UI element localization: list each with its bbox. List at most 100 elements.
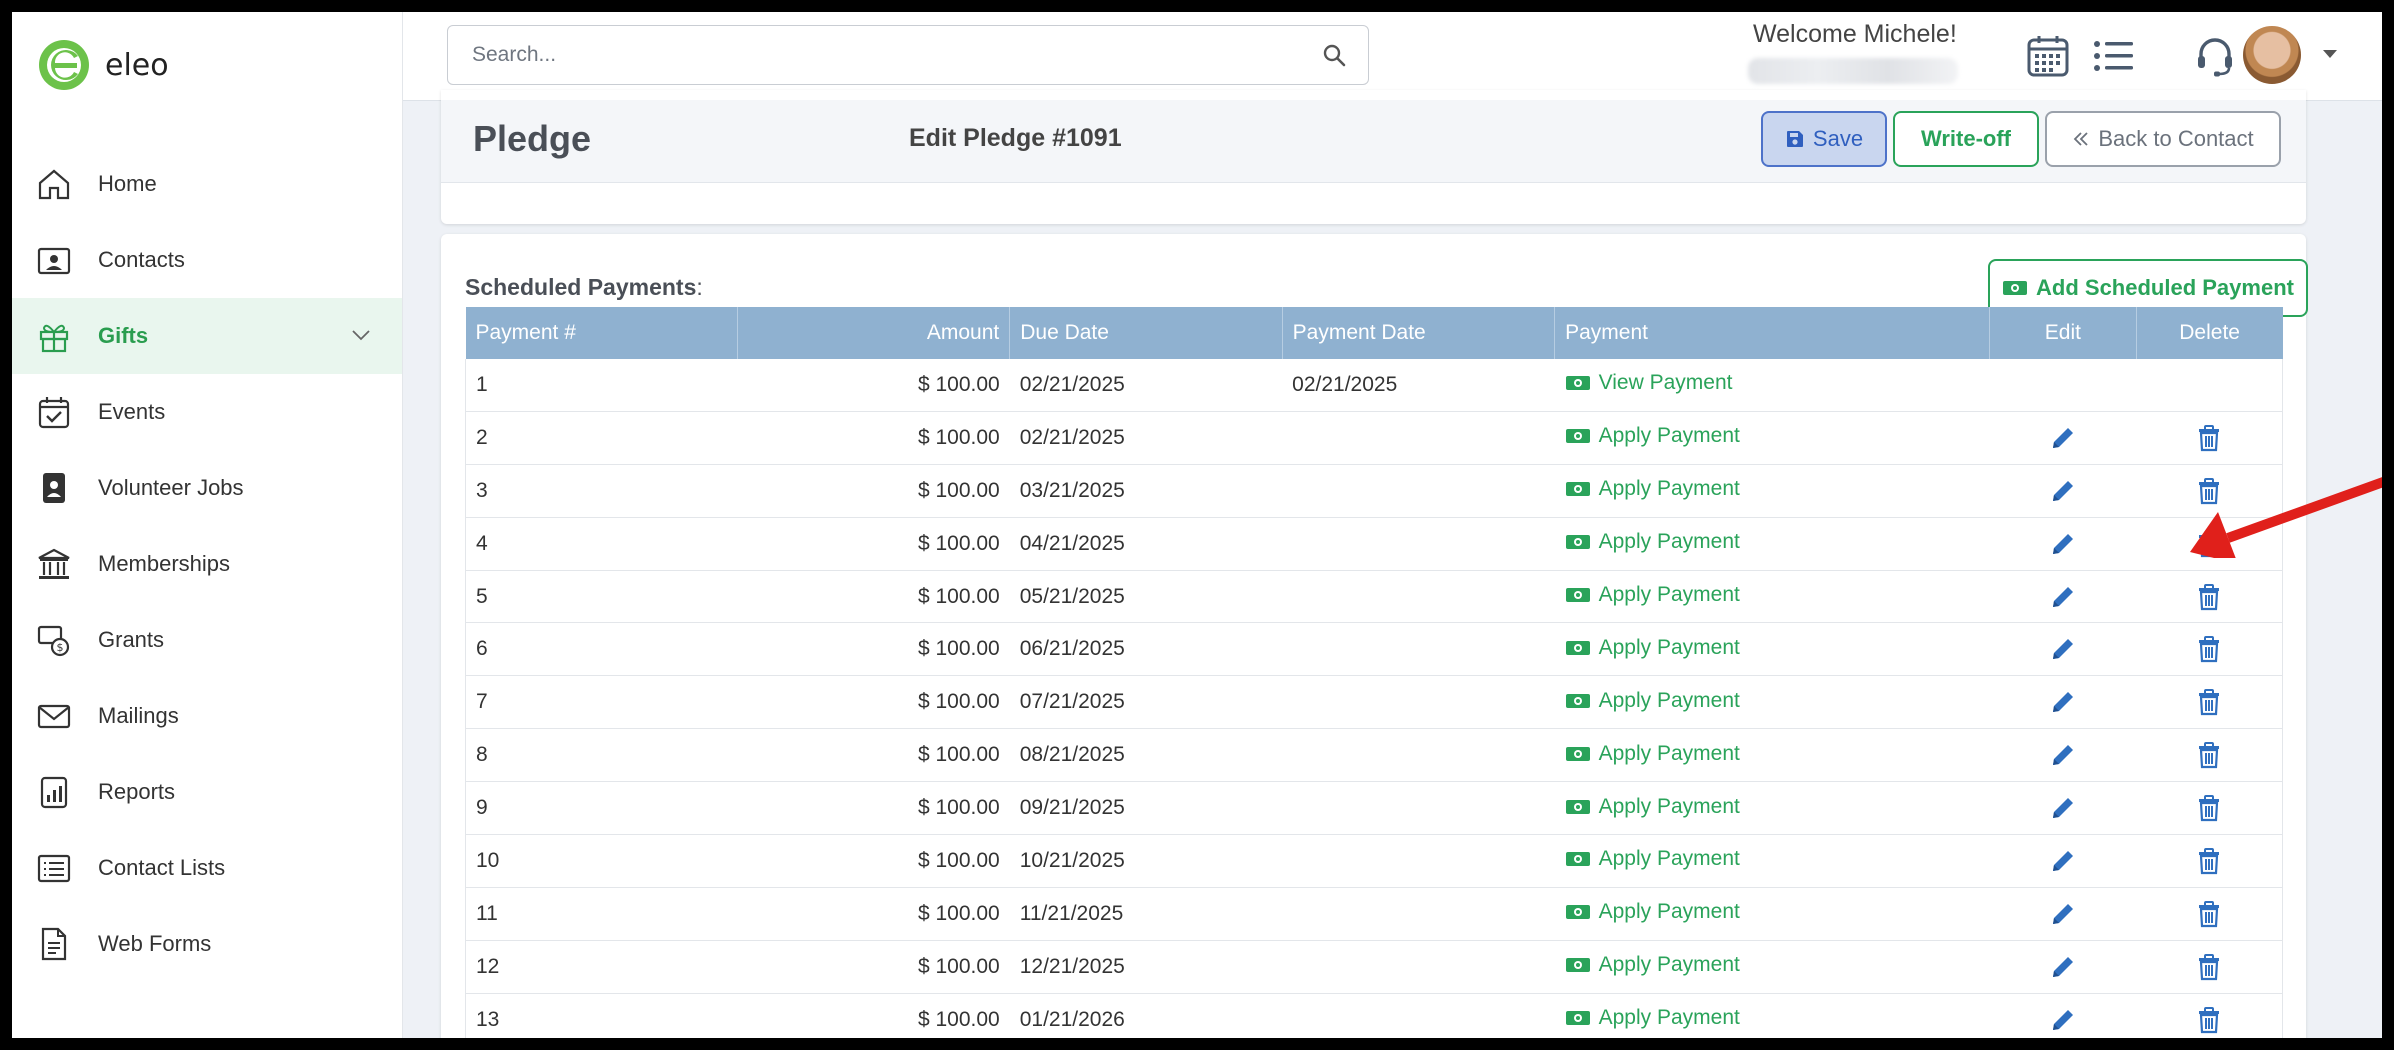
amount-cell: $ 100.00 <box>737 781 1010 836</box>
write-off-button[interactable]: Write-off <box>1893 111 2039 167</box>
sidebar-item-mailings[interactable]: Mailings <box>12 678 402 754</box>
amount-cell: $ 100.00 <box>737 464 1010 518</box>
payment-action-label: Apply Payment <box>1598 1006 1740 1030</box>
search-icon[interactable] <box>1322 43 1346 67</box>
sidebar-item-label: Volunteer Jobs <box>98 475 244 500</box>
pencil-edit-icon[interactable] <box>2049 583 2077 611</box>
list-icon <box>37 854 71 883</box>
col-payment-date: Payment Date <box>1282 307 1556 359</box>
headset-support-icon[interactable] <box>2193 34 2237 78</box>
apply-payment-link[interactable]: Apply Payment <box>1565 424 1740 448</box>
payment-action-label: Apply Payment <box>1598 688 1740 712</box>
delete-cell <box>2136 940 2284 994</box>
table-body: 1 $ 100.00 02/21/2025 02/21/2025 View Paymen… <box>465 359 2284 1038</box>
sidebar-item-home[interactable]: Home <box>12 146 402 222</box>
trash-icon[interactable] <box>2196 1006 2222 1034</box>
search-box <box>447 25 1369 85</box>
payment-number-cell: 9 <box>465 781 738 836</box>
calendar-icon[interactable] <box>2026 34 2070 78</box>
apply-payment-link[interactable]: Apply Payment <box>1565 689 1740 713</box>
table-row: 5 $ 100.00 05/21/2025 Apply Payment <box>465 570 2284 624</box>
trash-icon[interactable] <box>2196 847 2222 875</box>
trash-icon[interactable] <box>2196 477 2222 505</box>
edit-cell <box>1989 728 2137 783</box>
delete-cell <box>2136 622 2284 677</box>
trash-icon[interactable] <box>2196 953 2222 981</box>
delete-cell <box>2136 411 2284 465</box>
pencil-edit-icon[interactable] <box>2049 688 2077 716</box>
money-bill-icon <box>1565 1011 1590 1026</box>
sidebar-item-events[interactable]: Events <box>12 374 402 450</box>
pencil-edit-icon[interactable] <box>2049 1006 2077 1034</box>
back-to-contact-button[interactable]: Back to Contact <box>2045 111 2281 167</box>
trash-icon[interactable] <box>2196 424 2222 452</box>
pencil-edit-icon[interactable] <box>2049 741 2077 769</box>
home-icon <box>38 169 70 200</box>
apply-payment-link[interactable]: Apply Payment <box>1565 636 1740 660</box>
sidebar-item-reports[interactable]: Reports <box>12 754 402 830</box>
table-row: 4 $ 100.00 04/21/2025 Apply Payment <box>465 517 2284 571</box>
col-edit: Edit <box>1989 307 2137 359</box>
pledge-header: Pledge Edit Pledge #1091 Save Write-off <box>441 100 2306 183</box>
payment-date-cell <box>1282 464 1555 518</box>
apply-payment-link[interactable]: Apply Payment <box>1565 900 1740 924</box>
payment-date-cell: 02/21/2025 <box>1282 359 1555 412</box>
sidebar-item-memberships[interactable]: Memberships <box>12 526 402 602</box>
payment-date-cell <box>1282 622 1555 677</box>
view-payment-link[interactable]: View Payment <box>1565 371 1732 395</box>
sidebar-item-web-forms[interactable]: Web Forms <box>12 906 402 982</box>
sidebar-item-label: Events <box>98 399 166 424</box>
trash-icon[interactable] <box>2196 794 2222 822</box>
trash-icon[interactable] <box>2196 741 2222 769</box>
apply-payment-link[interactable]: Apply Payment <box>1565 477 1740 501</box>
payment-number-cell: 3 <box>465 464 738 518</box>
pencil-edit-icon[interactable] <box>2049 530 2077 558</box>
amount-cell: $ 100.00 <box>737 517 1010 571</box>
user-avatar[interactable] <box>2243 26 2301 84</box>
task-list-icon[interactable] <box>2091 34 2135 78</box>
sidebar-item-contacts[interactable]: Contacts <box>12 222 402 298</box>
trash-icon[interactable] <box>2196 530 2222 558</box>
sidebar-item-label: Reports <box>98 779 176 804</box>
sidebar-item-gifts[interactable]: Gifts <box>12 298 402 374</box>
apply-payment-link[interactable]: Apply Payment <box>1565 530 1740 554</box>
pencil-edit-icon[interactable] <box>2049 900 2077 928</box>
search-input[interactable] <box>448 26 1288 84</box>
chevron-down-icon[interactable] <box>350 324 372 346</box>
due-date-cell: 04/21/2025 <box>1009 517 1283 571</box>
payment-action-cell: Apply Payment <box>1554 887 1990 941</box>
logo[interactable]: eleo <box>37 38 169 92</box>
pencil-edit-icon[interactable] <box>2049 635 2077 663</box>
pencil-edit-icon[interactable] <box>2049 953 2077 981</box>
sidebar-item-grants[interactable]: $ Grants <box>12 602 402 678</box>
pencil-edit-icon[interactable] <box>2049 847 2077 875</box>
apply-payment-link[interactable]: Apply Payment <box>1565 953 1740 977</box>
user-menu-caret-icon[interactable] <box>2323 50 2337 58</box>
table-row: 3 $ 100.00 03/21/2025 Apply Payment <box>465 464 2284 518</box>
apply-payment-link[interactable]: Apply Payment <box>1565 742 1740 766</box>
delete-cell <box>2136 464 2284 518</box>
trash-icon[interactable] <box>2196 635 2222 663</box>
table-row: 9 $ 100.00 09/21/2025 Apply Payment <box>465 781 2284 836</box>
payment-action-label: Apply Payment <box>1598 530 1740 554</box>
apply-payment-link[interactable]: Apply Payment <box>1565 795 1740 819</box>
pencil-edit-icon[interactable] <box>2049 794 2077 822</box>
sidebar-item-volunteer-jobs[interactable]: Volunteer Jobs <box>12 450 402 526</box>
pencil-edit-icon[interactable] <box>2049 424 2077 452</box>
apply-payment-link[interactable]: Apply Payment <box>1565 1006 1740 1030</box>
money-bill-icon <box>1565 958 1590 973</box>
edit-cell <box>1989 940 2137 994</box>
payment-number-cell: 4 <box>465 517 738 571</box>
pencil-edit-icon[interactable] <box>2049 477 2077 505</box>
trash-icon[interactable] <box>2196 583 2222 611</box>
trash-icon[interactable] <box>2196 900 2222 928</box>
trash-icon[interactable] <box>2196 688 2222 716</box>
payment-number-cell: 12 <box>465 940 738 994</box>
due-date-cell: 12/21/2025 <box>1009 940 1283 994</box>
top-bar: Welcome Michele! <box>403 12 2382 101</box>
apply-payment-link[interactable]: Apply Payment <box>1565 847 1740 871</box>
save-button[interactable]: Save <box>1761 111 1887 167</box>
sidebar-item-contact-lists[interactable]: Contact Lists <box>12 830 402 906</box>
payment-action-label: Apply Payment <box>1598 424 1740 448</box>
apply-payment-link[interactable]: Apply Payment <box>1565 583 1740 607</box>
